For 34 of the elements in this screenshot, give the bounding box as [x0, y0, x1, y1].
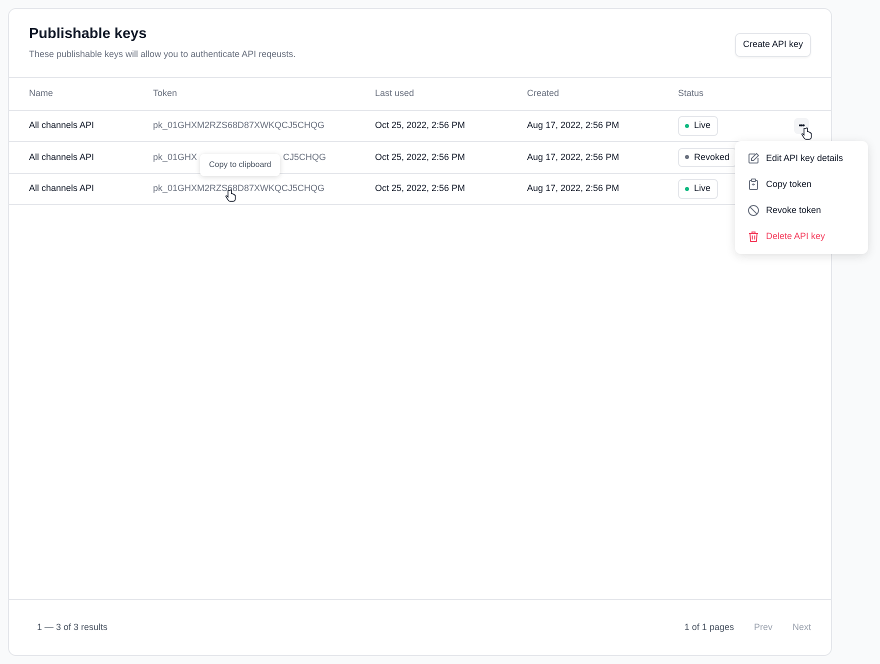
token-text[interactable]: pk_01GHXM2RZS68D87XWKQCJ5CHQG	[153, 183, 325, 193]
page-subtitle: These publishable keys will allow you to authenticate API reqeusts.	[29, 48, 296, 61]
menu-item[interactable]: Edit API key details	[741, 146, 862, 172]
created-date: Aug 17, 2022, 2:56 PM	[527, 120, 620, 130]
token-text[interactable]: pk_01GHXM2RZS68D87XWKQCJ5CHQG	[153, 120, 325, 130]
edit-icon	[747, 152, 760, 166]
column-header: Name	[29, 88, 54, 98]
trash-icon	[747, 230, 760, 243]
token-text[interactable]: pk_01GHX	[153, 152, 198, 162]
menu-item[interactable]: Revoke token	[741, 198, 862, 224]
column-header: Status	[678, 88, 704, 98]
page-title: Publishable keys	[29, 25, 148, 43]
page-count: 1 of 1 pages	[684, 620, 734, 634]
last-used-date: Oct 25, 2022, 2:56 PM	[375, 183, 466, 193]
column-header: Token	[153, 88, 178, 98]
clipboard-icon	[747, 178, 760, 192]
key-name: All channels API	[29, 152, 94, 162]
block-icon	[747, 204, 760, 217]
tooltip: Copy to clipboard	[200, 154, 280, 176]
column-header: Created	[527, 88, 560, 98]
created-date: Aug 17, 2022, 2:56 PM	[527, 152, 620, 162]
status-badge: Live	[678, 179, 718, 198]
menu-item[interactable]: Copy token	[741, 172, 862, 198]
key-name: All channels API	[29, 120, 94, 130]
create-api-key-button[interactable]: Create API key	[734, 33, 811, 56]
last-used-date: Oct 25, 2022, 2:56 PM	[375, 120, 466, 130]
column-header: Last used	[375, 88, 414, 98]
created-date: Aug 17, 2022, 2:56 PM	[527, 183, 620, 193]
key-name: All channels API	[29, 183, 94, 193]
status-badge: Live	[678, 116, 718, 136]
last-used-date: Oct 25, 2022, 2:56 PM	[375, 152, 466, 162]
menu-item[interactable]: Delete API key	[741, 223, 862, 250]
results-range: 1 — 3 of 3 results	[37, 620, 108, 634]
token-text[interactable]: CJ5CHQG	[283, 152, 326, 162]
